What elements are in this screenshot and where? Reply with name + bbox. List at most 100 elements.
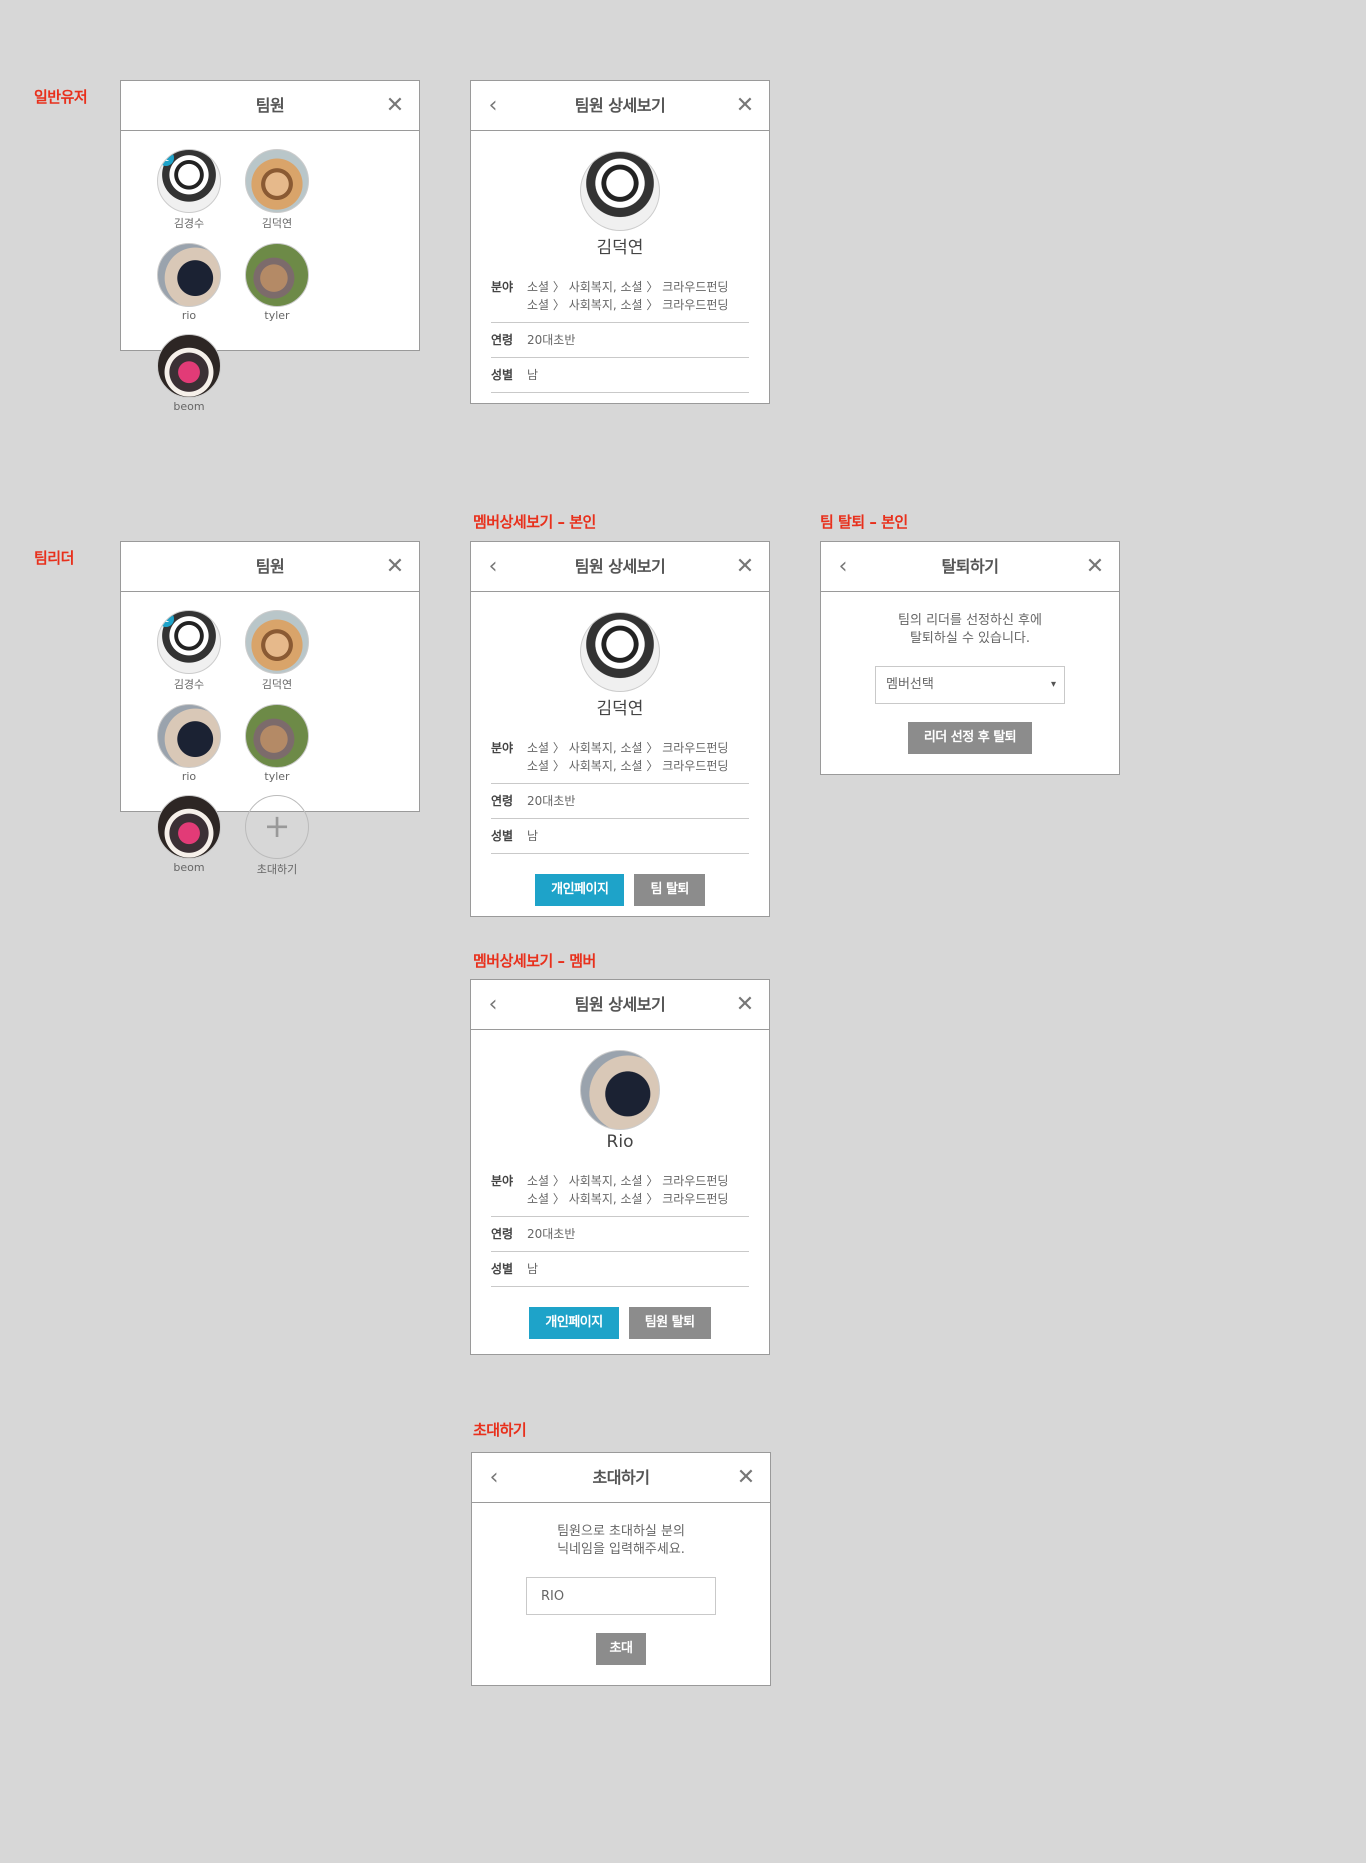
kick-member-button[interactable]: 팀원 탈퇴 (628, 1307, 711, 1339)
leader-badge: 1 (158, 611, 174, 627)
panel-title: 탈퇴하기 (941, 557, 999, 576)
team-members-panel-user: 팀원 ✕ 1 김경수 김덕연 rio tyler beom (120, 80, 420, 413)
field-value-line: 소셜 〉 사회복지, 소셜 〉 크라우드펀딩 (527, 280, 729, 294)
personal-page-button[interactable]: 개인페이지 (535, 874, 625, 906)
message-line: 탈퇴하실 수 있습니다. (909, 631, 1031, 646)
close-icon[interactable]: ✕ (385, 542, 405, 591)
label-member-detail-member: 멤버상세보기 – 멤버 (473, 952, 596, 970)
panel-header: ‹ 초대하기 ✕ (472, 1453, 770, 1503)
member-item[interactable]: tyler (233, 243, 321, 322)
close-icon[interactable]: ✕ (735, 542, 755, 591)
panel-title: 초대하기 (592, 1468, 650, 1487)
member-item[interactable]: 김덕연 (233, 149, 321, 231)
panel-title: 팀원 상세보기 (574, 557, 666, 576)
member-item[interactable]: beom (145, 334, 233, 413)
avatar (157, 243, 221, 307)
label-member-detail-self: 멤버상세보기 – 본인 (473, 513, 596, 531)
back-icon[interactable]: ‹ (483, 980, 503, 1029)
info-row-gender: 성별 남 (491, 819, 749, 854)
avatar (245, 610, 309, 674)
close-icon[interactable]: ✕ (736, 1453, 756, 1502)
member-name: tyler (264, 309, 290, 322)
invite-item[interactable]: + 초대하기 (233, 795, 321, 877)
gender-key: 성별 (491, 1262, 514, 1276)
panel-header: 팀원 ✕ (121, 81, 419, 131)
button-row: 리더 선정 후 탈퇴 (821, 722, 1119, 754)
nickname-input[interactable] (526, 1577, 716, 1615)
field-value-line: 소셜 〉 사회복지, 소셜 〉 크라우드펀딩 (527, 1192, 729, 1206)
invite-message: 팀원으로 초대하실 분의 닉네임을 입력해주세요. (472, 1503, 770, 1559)
back-icon[interactable]: ‹ (484, 1453, 504, 1502)
button-row: 개인페이지 팀원 탈퇴 (491, 1307, 749, 1339)
field-value: 소셜 〉 사회복지, 소셜 〉 크라우드펀딩소셜 〉 사회복지, 소셜 〉 크라… (527, 739, 728, 775)
age-key: 연령 (491, 1227, 514, 1241)
member-item[interactable]: beom (145, 795, 233, 877)
avatar (580, 151, 660, 231)
member-name: 김덕연 (596, 699, 644, 719)
field-value-line: 소셜 〉 사회복지, 소셜 〉 크라우드펀딩 (527, 1174, 729, 1188)
age-value: 20대초반 (527, 1227, 576, 1241)
gender-key: 성별 (491, 368, 514, 382)
close-icon[interactable]: ✕ (385, 81, 405, 130)
age-value: 20대초반 (527, 333, 576, 347)
age-value: 20대초반 (527, 794, 576, 808)
select-value: 멤버선택 (886, 677, 934, 692)
panel-header: ‹ 팀원 상세보기 ✕ (471, 81, 769, 131)
member-detail-panel-user: ‹ 팀원 상세보기 ✕ 김덕연 분야 소셜 〉 사회복지, 소셜 〉 크라우드펀… (470, 80, 770, 404)
back-icon[interactable]: ‹ (483, 81, 503, 130)
detail-body: 김덕연 분야 소셜 〉 사회복지, 소셜 〉 크라우드펀딩 소셜 〉 사회복지, … (471, 592, 769, 922)
member-name: beom (173, 861, 205, 874)
team-members-panel-leader: 팀원 ✕ 1 김경수 김덕연 rio tyler beom + 초대하기 (120, 541, 420, 876)
back-icon[interactable]: ‹ (833, 542, 853, 591)
age-key: 연령 (491, 333, 514, 347)
member-grid: 1 김경수 김덕연 rio tyler beom + 초대하기 (121, 592, 419, 899)
avatar (580, 1050, 660, 1130)
member-item[interactable]: rio (145, 704, 233, 783)
avatar (157, 704, 221, 768)
field-key: 분야 (491, 741, 514, 755)
invite-button[interactable]: 초대 (595, 1633, 647, 1665)
member-select[interactable]: 멤버선택 ▾ (875, 666, 1065, 704)
field-value-line: 소셜 〉 사회복지, 소셜 〉 크라우드펀딩 (527, 298, 729, 312)
member-item[interactable]: 1 김경수 (145, 149, 233, 231)
member-item[interactable]: 1 김경수 (145, 610, 233, 692)
close-icon[interactable]: ✕ (735, 980, 755, 1029)
close-icon[interactable]: ✕ (1085, 542, 1105, 591)
panel-header: ‹ 팀원 상세보기 ✕ (471, 980, 769, 1030)
member-item[interactable]: rio (145, 243, 233, 322)
member-name: 김덕연 (596, 238, 644, 258)
avatar (157, 334, 221, 398)
avatar (245, 704, 309, 768)
label-general-user: 일반유저 (34, 88, 88, 106)
member-item[interactable]: tyler (233, 704, 321, 783)
field-value-line: 소셜 〉 사회복지, 소셜 〉 크라우드펀딩 (527, 741, 729, 755)
label-team-leader: 팀리더 (34, 549, 74, 567)
member-item[interactable]: 김덕연 (233, 610, 321, 692)
member-name: rio (181, 770, 197, 783)
message-line: 팀원으로 초대하실 분의 (557, 1524, 685, 1539)
member-name: 김덕연 (261, 678, 293, 691)
leave-team-button[interactable]: 팀 탈퇴 (634, 874, 705, 906)
gender-value: 남 (527, 829, 539, 843)
leave-after-leader-button[interactable]: 리더 선정 후 탈퇴 (907, 722, 1033, 754)
gender-value: 남 (527, 368, 539, 382)
avatar (245, 243, 309, 307)
panel-header: 팀원 ✕ (121, 542, 419, 592)
detail-body: 김덕연 분야 소셜 〉 사회복지, 소셜 〉 크라우드펀딩 소셜 〉 사회복지, … (471, 131, 769, 409)
avatar (245, 149, 309, 213)
back-icon[interactable]: ‹ (483, 542, 503, 591)
field-value: 소셜 〉 사회복지, 소셜 〉 크라우드펀딩소셜 〉 사회복지, 소셜 〉 크라… (527, 278, 728, 314)
info-row-age: 연령 20대초반 (491, 1217, 749, 1252)
member-name: 김경수 (173, 217, 205, 230)
info-row-gender: 성별 남 (491, 358, 749, 393)
personal-page-button[interactable]: 개인페이지 (529, 1307, 619, 1339)
message-line: 팀의 리더를 선정하신 후에 (898, 613, 1042, 628)
info-row-field: 분야 소셜 〉 사회복지, 소셜 〉 크라우드펀딩 소셜 〉 사회복지, 소셜 〉… (491, 270, 749, 323)
close-icon[interactable]: ✕ (735, 81, 755, 130)
member-detail-panel-self: ‹ 팀원 상세보기 ✕ 김덕연 분야 소셜 〉 사회복지, 소셜 〉 크라우드펀… (470, 541, 770, 917)
field-value-line: 소셜 〉 사회복지, 소셜 〉 크라우드펀딩 (527, 759, 729, 773)
panel-title: 팀원 (255, 557, 285, 576)
leader-badge: 1 (158, 150, 174, 166)
member-name: 김경수 (173, 678, 205, 691)
plus-icon[interactable]: + (245, 795, 309, 859)
